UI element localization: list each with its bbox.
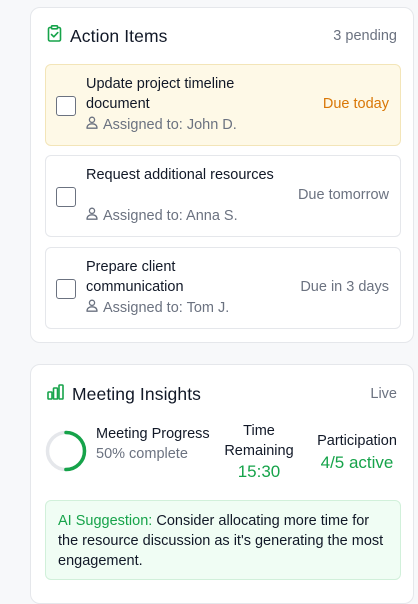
task-checkbox[interactable] bbox=[56, 187, 76, 207]
time-value: 15:30 bbox=[237, 462, 281, 481]
pending-count: 3 pending bbox=[333, 28, 397, 44]
task-due: Due tomorrow bbox=[297, 187, 389, 203]
task-title: Update project timeline document bbox=[86, 76, 235, 112]
task-item[interactable]: Update project timeline document Assigne… bbox=[45, 64, 401, 146]
task-item[interactable]: Prepare client communication Assigned to… bbox=[45, 247, 401, 329]
task-due: Due today bbox=[322, 96, 389, 112]
progress-label: Meeting Progress bbox=[96, 426, 210, 442]
meeting-insights-card: Meeting Insights Live Meeting Progress 5… bbox=[30, 364, 414, 604]
task-checkbox[interactable] bbox=[56, 279, 76, 299]
user-icon bbox=[86, 207, 98, 224]
live-status: Live bbox=[370, 386, 397, 402]
progress-ring bbox=[45, 430, 87, 477]
progress-text: 50% complete bbox=[96, 446, 188, 462]
assignee-text: Assigned to: Anna S. bbox=[103, 207, 238, 224]
insights-title: Meeting Insights bbox=[72, 383, 202, 404]
participation-value: 4/5 active bbox=[320, 453, 394, 472]
progress-block: Meeting Progress 50% complete bbox=[96, 424, 211, 464]
participation-block: Participation 4/5 active bbox=[307, 431, 407, 475]
task-assignee: Assigned to: Anna S. bbox=[86, 207, 238, 224]
ai-suggestion: AI Suggestion: Consider allocating more … bbox=[45, 500, 401, 580]
time-label: Time Remaining bbox=[224, 423, 294, 459]
task-assignee: Assigned to: Tom J. bbox=[86, 299, 229, 316]
clipboard-check-icon bbox=[47, 25, 62, 47]
task-item[interactable]: Request additional resources Assigned to… bbox=[45, 155, 401, 237]
insights-header: Meeting Insights Live bbox=[47, 383, 397, 405]
task-title: Request additional resources bbox=[86, 167, 274, 183]
bar-chart-icon bbox=[47, 383, 64, 405]
user-icon bbox=[86, 299, 98, 316]
assignee-text: Assigned to: John D. bbox=[103, 116, 237, 133]
participation-label: Participation bbox=[317, 433, 397, 449]
assignee-text: Assigned to: Tom J. bbox=[103, 299, 230, 316]
task-title: Prepare client communication bbox=[86, 259, 184, 295]
task-assignee: Assigned to: John D. bbox=[86, 116, 237, 133]
user-icon bbox=[86, 116, 98, 133]
action-items-header: Action Items 3 pending bbox=[47, 25, 397, 47]
task-checkbox[interactable] bbox=[56, 96, 76, 116]
time-block: Time Remaining 15:30 bbox=[217, 421, 301, 483]
action-items-title: Action Items bbox=[70, 25, 168, 46]
task-due: Due in 3 days bbox=[300, 279, 389, 295]
ai-suggestion-label: AI Suggestion: bbox=[58, 513, 153, 529]
action-items-card: Action Items 3 pending Update project ti… bbox=[30, 7, 414, 343]
